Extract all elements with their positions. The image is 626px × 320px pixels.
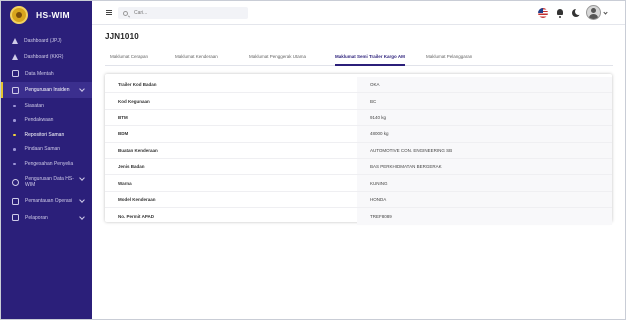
tab-maklumat-kenderaan[interactable]: Maklumat Kenderaan xyxy=(175,54,218,59)
chevron-down-icon xyxy=(79,214,85,220)
sidebar-item-pemantauan-operasi[interactable]: Pemantauan Operasi xyxy=(1,193,92,209)
bullet-icon xyxy=(13,119,16,122)
sidebar-subitem-label: Siasatan xyxy=(24,102,44,109)
bullet-icon xyxy=(13,162,16,166)
bullet-icon xyxy=(13,104,16,108)
incident-icon xyxy=(12,86,19,94)
tab-maklumat-penggerak-utama[interactable]: Maklumat Penggerak Utama xyxy=(249,54,306,59)
app-title: HS-WIM xyxy=(36,10,70,20)
sidebar-subitem-label: Pendakwaan xyxy=(24,117,54,124)
detail-label: Jenis Badan xyxy=(118,164,145,170)
user-avatar[interactable] xyxy=(586,5,601,20)
sidebar-item-label: Pemantauan Operasi xyxy=(25,198,73,205)
sidebar-item-pengurusan-data[interactable]: Pengurusan Data HS-WIM xyxy=(1,171,92,193)
detail-label: Trailer Kod Badan xyxy=(118,82,157,88)
tab-maklumat-pelanggaran[interactable]: Maklumat Pelanggaran xyxy=(426,54,472,59)
page-title: JJN1010 xyxy=(105,32,139,41)
detail-value: OKA xyxy=(357,77,612,93)
sidebar-subitem-label: Pindaan Saman xyxy=(24,146,61,153)
sidebar-subitem-pindaan-saman[interactable]: Pindaan Saman xyxy=(1,142,92,157)
detail-label: Warna xyxy=(118,180,132,186)
detail-value: HONDA xyxy=(357,191,612,208)
table-icon xyxy=(12,70,19,78)
detail-value: AUTOMOTIVE CON. ENGINEERING SB xyxy=(357,142,612,158)
us-flag-language-icon[interactable] xyxy=(538,8,548,18)
detail-label: Model Kenderaan xyxy=(118,196,156,202)
tab-maklumat-cerapan[interactable]: Maklumat Cerapan xyxy=(110,54,148,59)
sidebar-nav: Dashboard (JPJ) Dashboard (KKR) Data Men… xyxy=(1,33,92,226)
sidebar-subitem-pendakwaan[interactable]: Pendakwaan xyxy=(1,113,92,128)
chevron-down-icon xyxy=(79,175,85,181)
details-card: Trailer Kod Badan OKA Kod Kegunaan BC BT… xyxy=(105,74,612,225)
chevron-down-icon[interactable] xyxy=(603,10,608,15)
detail-row: Kod Kegunaan BC xyxy=(105,93,612,110)
bullet-icon xyxy=(13,133,16,137)
detail-label: BTM xyxy=(118,114,128,120)
detail-label: No. Permit APAD xyxy=(118,213,155,219)
detail-row: BDM 48000 kg xyxy=(105,126,612,143)
detail-value: TREF8089 xyxy=(357,208,612,225)
sidebar-item-label: Dashboard (JPJ) xyxy=(24,38,62,44)
sidebar-subitem-label: Pengesahan Penyelia xyxy=(24,160,74,167)
sidebar-item-label: Dashboard (KKR) xyxy=(24,54,64,61)
sidebar: HS-WIM Dashboard (JPJ) Dashboard (KKR) D… xyxy=(1,1,92,319)
tab-bar: Maklumat Cerapan Maklumat Kenderaan Makl… xyxy=(105,52,613,66)
sidebar-item-data-mentah[interactable]: Data Mentah xyxy=(1,66,92,82)
detail-row: Trailer Kod Badan OKA xyxy=(105,77,612,94)
chevron-down-icon xyxy=(79,86,85,93)
sidebar-item-label: Data Mentah xyxy=(25,70,54,77)
database-icon xyxy=(12,178,19,186)
sidebar-item-label: Pelaporan xyxy=(25,214,48,221)
sidebar-item-label: Pengurusan Data HS-WIM xyxy=(25,175,74,189)
dark-mode-moon-icon[interactable] xyxy=(571,8,582,18)
sidebar-item-dashboard-jpj[interactable]: Dashboard (JPJ) xyxy=(1,33,92,49)
warning-icon xyxy=(12,54,18,61)
sidebar-item-dashboard-kkr[interactable]: Dashboard (KKR) xyxy=(1,49,92,65)
sidebar-subitem-pengesahan-penyelia[interactable]: Pengesahan Penyelia xyxy=(1,157,92,172)
brand[interactable]: HS-WIM xyxy=(1,1,92,29)
top-bar xyxy=(92,1,625,25)
crest-logo-icon xyxy=(10,6,28,24)
notification-bell-icon[interactable] xyxy=(555,8,565,18)
detail-value: BAS PERKHIDMATAN BERGERAK xyxy=(357,158,612,175)
sidebar-item-pengurusan-insiden[interactable]: Pengurusan Insiden xyxy=(1,82,92,99)
detail-label: BDM xyxy=(118,131,129,137)
chevron-down-icon xyxy=(79,197,85,204)
warning-icon xyxy=(12,38,18,44)
search-box xyxy=(118,7,248,19)
sidebar-subitem-siasatan[interactable]: Siasatan xyxy=(1,99,92,114)
bullet-icon xyxy=(13,148,16,151)
detail-value: BC xyxy=(357,93,612,109)
detail-label: Buatan Kenderaan xyxy=(118,147,158,153)
detail-value: 9140 kg xyxy=(357,109,612,126)
detail-row: Warna KUNING xyxy=(105,175,612,192)
detail-row: No. Permit APAD TREF8089 xyxy=(105,208,612,225)
sidebar-subitem-repositori-saman[interactable]: Repositori Saman xyxy=(1,128,92,143)
detail-row: Model Kenderaan HONDA xyxy=(105,191,612,209)
detail-row: BTM 9140 kg xyxy=(105,109,612,127)
sidebar-item-label: Pengurusan Insiden xyxy=(25,87,70,94)
tab-maklumat-semi-trailer[interactable]: Maklumat Semi Trailer Kargo AM xyxy=(335,54,405,66)
detail-value: KUNING xyxy=(357,175,612,191)
report-icon xyxy=(12,214,19,222)
monitor-icon xyxy=(12,197,19,205)
detail-row: Jenis Badan BAS PERKHIDMATAN BERGERAK xyxy=(105,158,612,176)
search-icon xyxy=(123,10,128,16)
detail-row: Buatan Kenderaan AUTOMOTIVE CON. ENGINEE… xyxy=(105,142,612,159)
sidebar-item-pelaporan[interactable]: Pelaporan xyxy=(1,210,92,226)
hamburger-menu-icon[interactable] xyxy=(106,10,112,15)
search-input[interactable] xyxy=(134,10,234,16)
detail-label: Kod Kegunaan xyxy=(118,98,150,104)
sidebar-subitem-label: Repositori Saman xyxy=(24,131,65,138)
detail-value: 48000 kg xyxy=(357,126,612,142)
